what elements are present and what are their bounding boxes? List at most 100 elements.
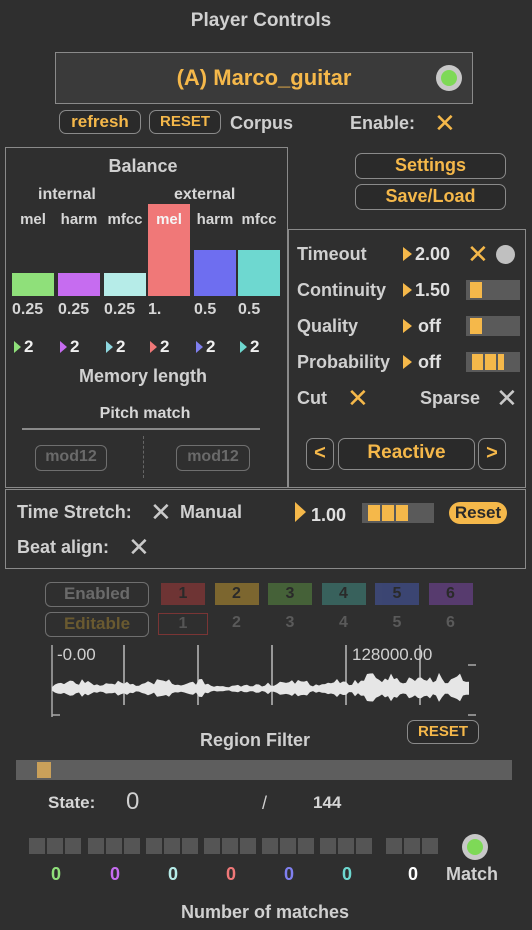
region-filter-slider[interactable] (16, 760, 512, 780)
beat-align-label: Beat align: (17, 537, 110, 557)
enabled-button[interactable]: Enabled (45, 582, 149, 607)
region-edit-3[interactable]: 3 (265, 613, 315, 635)
bar-label-mel: mel (156, 211, 182, 228)
timeout-led-icon[interactable] (496, 245, 515, 264)
balance-bar-2[interactable] (58, 273, 100, 296)
balance-bar-6[interactable] (238, 250, 280, 296)
match-meter-1 (29, 838, 85, 854)
probability-arrow-icon (403, 355, 412, 374)
save-load-button[interactable]: Save/Load (355, 184, 506, 210)
quality-value[interactable]: off (418, 316, 441, 337)
continuity-label: Continuity (297, 280, 386, 300)
match-count-3: 0 (167, 864, 178, 884)
match-meter-cell (204, 838, 220, 854)
corpus-label: Corpus (230, 113, 293, 133)
region-edit-2[interactable]: 2 (212, 613, 262, 635)
match-meter-cell (240, 838, 256, 854)
probability-value[interactable]: off (418, 352, 441, 373)
region-enable-5[interactable]: 5 (375, 583, 419, 605)
number-of-matches-label: Number of matches (180, 902, 350, 922)
bar-label-mfcc: mfcc (107, 211, 143, 228)
sparse-toggle-x-icon[interactable]: ✕ (496, 385, 518, 411)
enable-toggle-x-icon[interactable]: ✕ (434, 110, 456, 136)
quality-slider[interactable] (466, 316, 520, 336)
balance-bar-1[interactable] (12, 273, 54, 296)
match-meter-2 (88, 838, 144, 854)
memory-length-value[interactable]: 2 (116, 337, 125, 357)
match-count-6: 0 (341, 864, 352, 884)
region-enable-2[interactable]: 2 (214, 583, 259, 605)
region-filter-handle[interactable] (37, 762, 51, 778)
balance-bar-5[interactable] (194, 250, 236, 296)
state-total: 144 (313, 793, 342, 812)
mod12-right-button[interactable]: mod12 (176, 445, 250, 471)
match-meter-cell (404, 838, 420, 854)
probability-label: Probability (297, 352, 391, 372)
memory-length-value[interactable]: 2 (70, 337, 79, 357)
balance-title: Balance (108, 156, 178, 176)
memory-arrow-icon (196, 341, 203, 353)
timeout-label: Timeout (297, 244, 367, 264)
state-value: 0 (126, 788, 140, 815)
stretch-reset-button[interactable]: Reset (449, 502, 507, 524)
match-meter-cell (29, 838, 45, 854)
stretch-value[interactable]: 1.00 (311, 505, 346, 526)
match-meter-4 (204, 838, 260, 854)
continuity-slider[interactable] (466, 280, 520, 300)
bar-label-mel: mel (20, 211, 46, 228)
refresh-button[interactable]: refresh (59, 110, 141, 134)
memory-length-value[interactable]: 2 (160, 337, 169, 357)
settings-button[interactable]: Settings (355, 153, 506, 179)
beat-align-toggle-x-icon[interactable]: ✕ (128, 534, 150, 560)
region-edit-5[interactable]: 5 (372, 613, 422, 635)
region-enable-1[interactable]: 1 (161, 583, 205, 605)
corpus-reset-button[interactable]: RESET (149, 110, 221, 134)
match-meter-cell (124, 838, 140, 854)
region-enable-6[interactable]: 6 (428, 583, 473, 605)
match-led[interactable] (462, 834, 488, 860)
match-count-7: 0 (407, 864, 418, 884)
internal-label: internal (38, 186, 96, 203)
bar-label-harm: harm (196, 211, 234, 228)
match-meter-cell (422, 838, 438, 854)
region-edit-6[interactable]: 6 (426, 613, 476, 635)
mode-next-button[interactable]: > (478, 438, 506, 470)
player-status-led[interactable] (436, 65, 462, 91)
cut-toggle-x-icon[interactable]: ✕ (347, 385, 369, 411)
editable-button[interactable]: Editable (45, 612, 149, 637)
match-meter-cell (356, 838, 372, 854)
time-stretch-toggle-x-icon[interactable]: ✕ (150, 499, 172, 525)
pitch-separator (143, 436, 144, 478)
memory-length-value[interactable]: 2 (24, 337, 33, 357)
region-enable-4[interactable]: 4 (321, 583, 366, 605)
continuity-value[interactable]: 1.50 (415, 280, 450, 301)
region-edit-4[interactable]: 4 (319, 613, 369, 635)
memory-length-value[interactable]: 2 (250, 337, 259, 357)
timeout-arrow-icon (403, 247, 412, 266)
probability-slider[interactable] (466, 352, 520, 372)
mode-selector[interactable]: Reactive (338, 438, 475, 470)
bar-label-mfcc: mfcc (241, 211, 277, 228)
memory-length-value[interactable]: 2 (206, 337, 215, 357)
stretch-fill (368, 505, 408, 521)
mode-prev-button[interactable]: < (306, 438, 334, 470)
continuity-fill (470, 282, 483, 298)
mod12-left-button[interactable]: mod12 (35, 445, 107, 471)
stretch-slider[interactable] (362, 503, 434, 523)
balance-bar-3[interactable] (104, 273, 146, 296)
memory-length-label: Memory length (78, 366, 207, 386)
player-name: (A) Marco_guitar (176, 65, 352, 90)
timeout-toggle-x-icon[interactable]: ✕ (467, 241, 489, 267)
pitch-match-label: Pitch match (99, 405, 191, 422)
match-meter-cell (386, 838, 402, 854)
time-stretch-label: Time Stretch: (17, 502, 132, 522)
state-label: State: (48, 793, 96, 812)
player-name-box[interactable]: (A) Marco_guitar (55, 52, 473, 104)
region-edit-1[interactable]: 1 (158, 613, 208, 635)
match-meter-cell (320, 838, 336, 854)
match-meter-5 (262, 838, 318, 854)
page-title: Player Controls (190, 10, 332, 31)
match-meter-cell (106, 838, 122, 854)
timeout-value[interactable]: 2.00 (415, 244, 450, 265)
region-enable-3[interactable]: 3 (268, 583, 312, 605)
